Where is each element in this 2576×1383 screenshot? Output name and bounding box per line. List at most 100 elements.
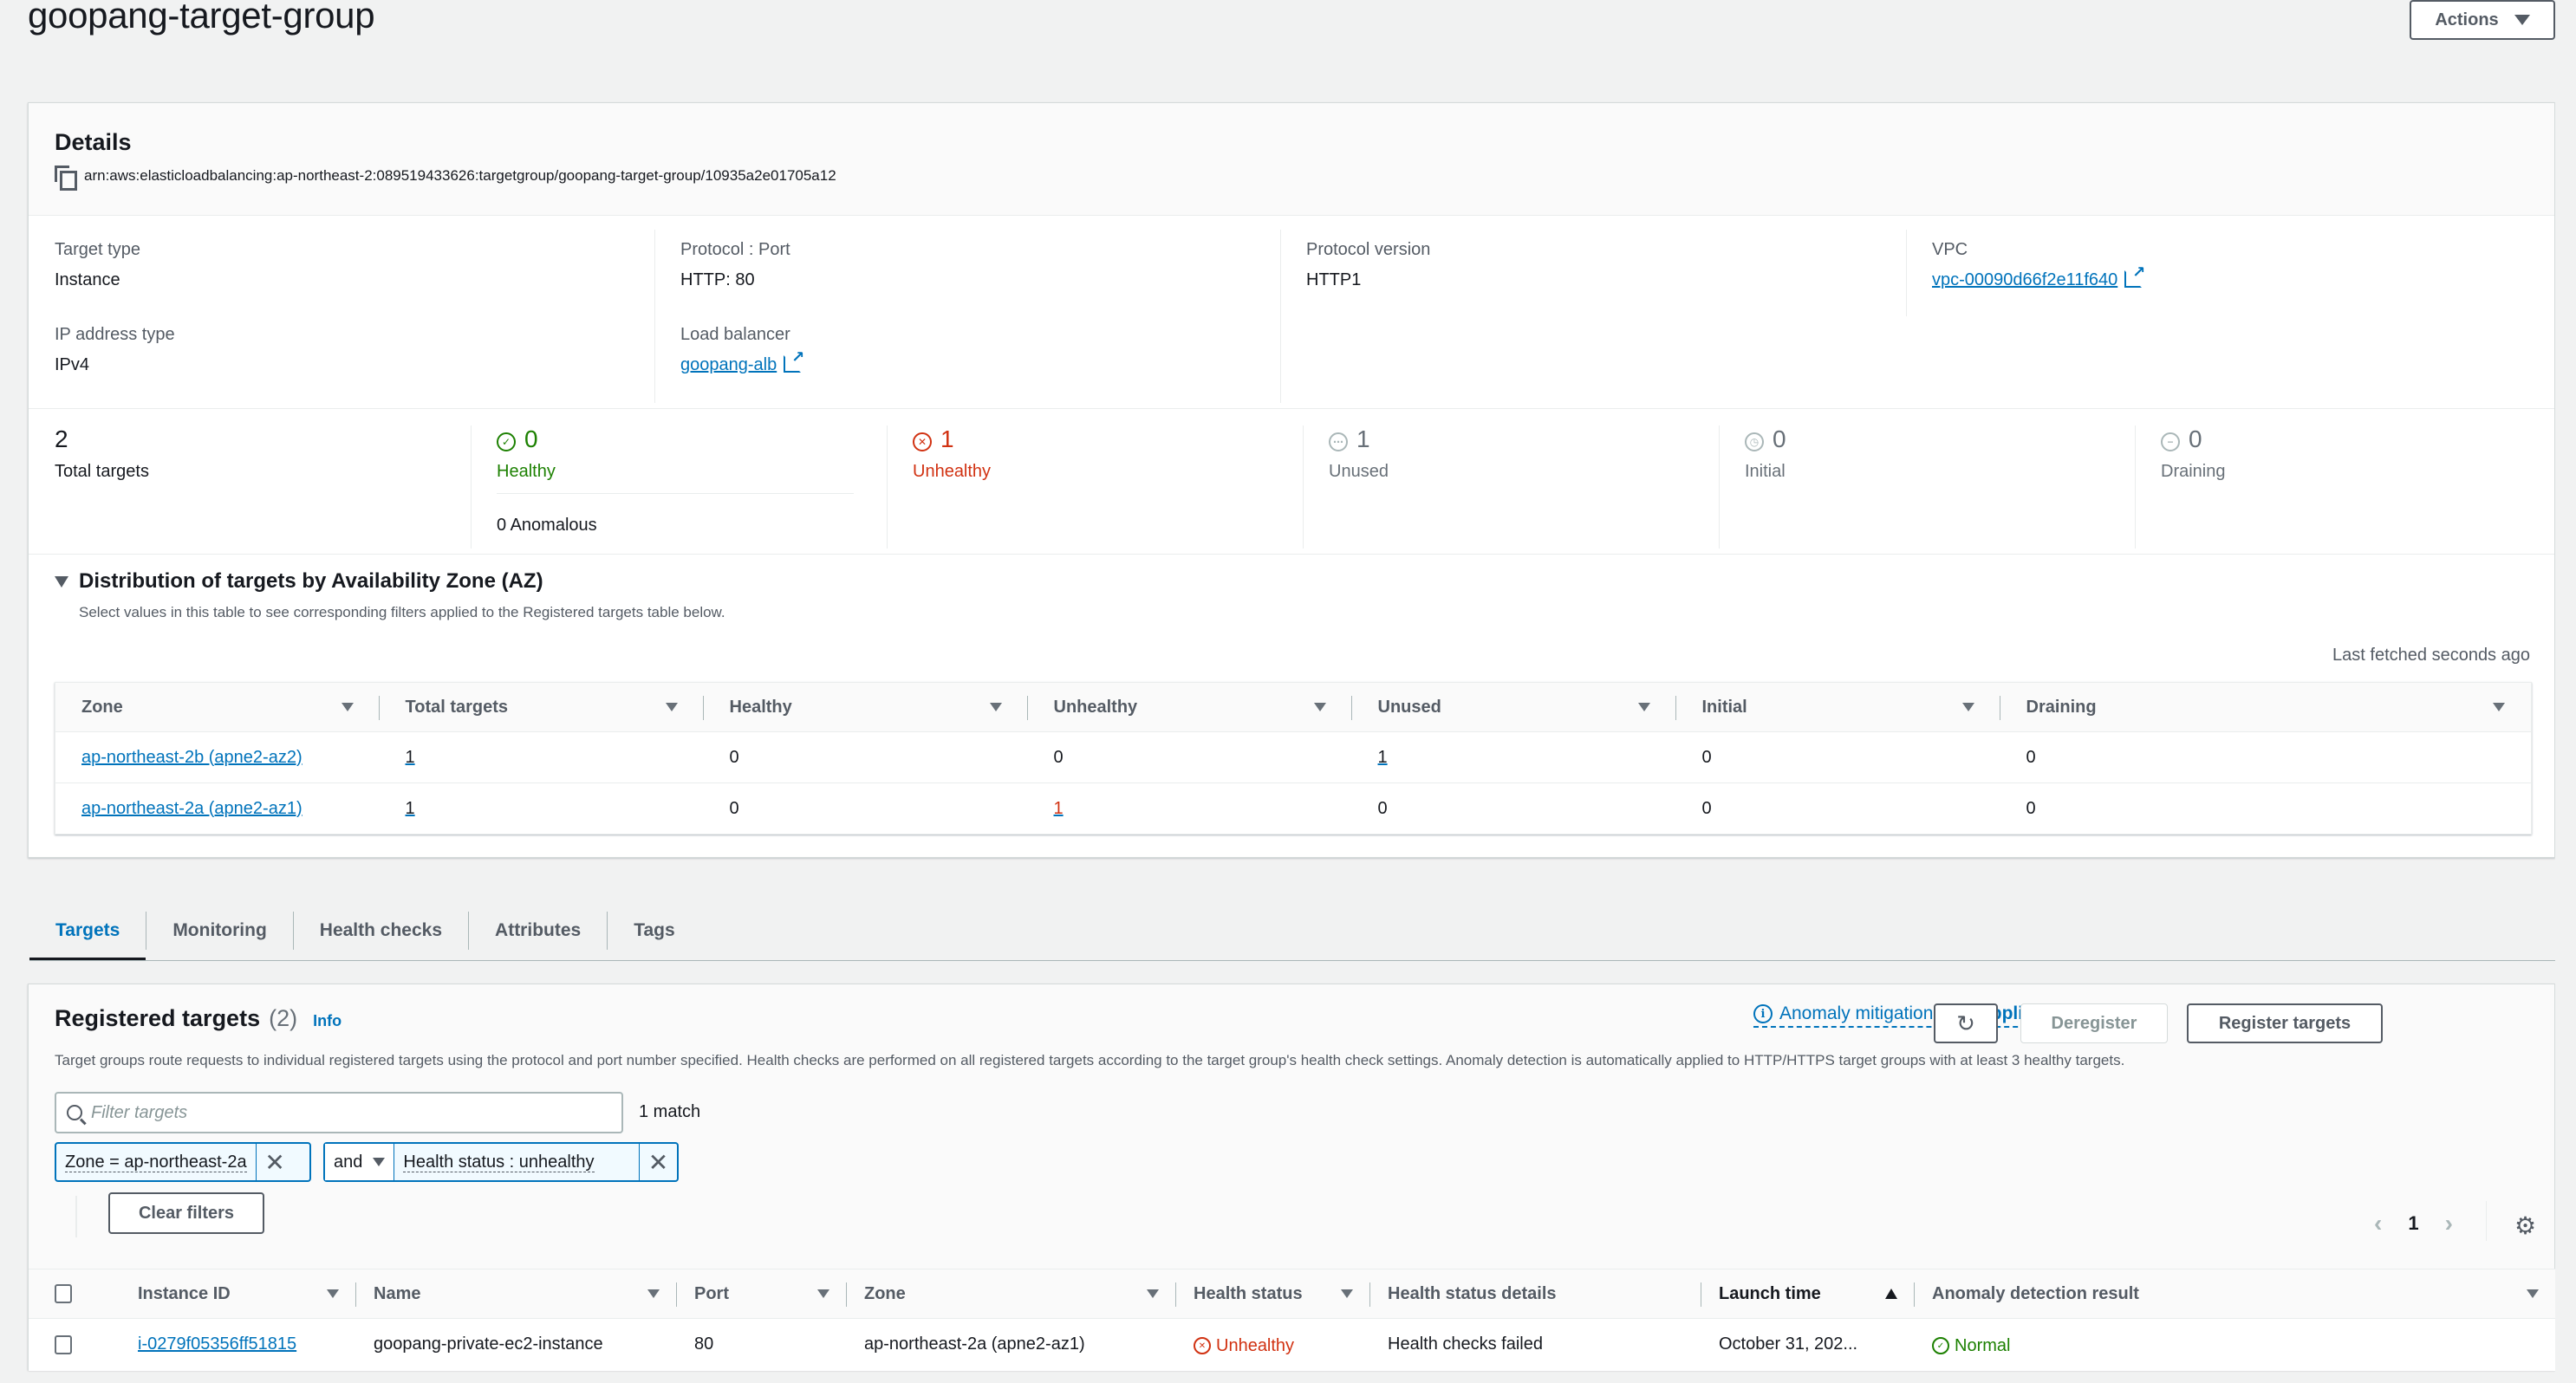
draining-stat[interactable]: −0 Draining xyxy=(2161,425,2225,482)
column-header-health-details[interactable]: Health status details xyxy=(1370,1269,1701,1319)
column-header-name[interactable]: Name xyxy=(356,1269,677,1319)
sort-icon[interactable] xyxy=(665,703,678,711)
sort-icon[interactable] xyxy=(1637,703,1650,711)
refresh-button[interactable]: ↻ xyxy=(1934,1003,1998,1043)
sort-icon[interactable] xyxy=(1961,703,1974,711)
column-header-launch-time[interactable]: Launch time xyxy=(1701,1269,1915,1319)
zone-link[interactable]: ap-northeast-2a (apne2-az1) xyxy=(81,799,302,818)
column-header-healthy[interactable]: Healthy xyxy=(703,682,1028,732)
column-header-unhealthy[interactable]: Unhealthy xyxy=(1027,682,1352,732)
initial-label: Initial xyxy=(1745,462,1786,481)
caret-down-icon xyxy=(373,1158,386,1166)
column-header-port[interactable]: Port xyxy=(677,1269,847,1319)
arn-row: arn:aws:elasticloadbalancing:ap-northeas… xyxy=(55,166,836,191)
column-header-health-status[interactable]: Health status xyxy=(1176,1269,1370,1319)
vpc-field: VPC vpc-00090d66f2e11f640 xyxy=(1932,240,2145,290)
column-header-anomaly-result[interactable]: Anomaly detection result xyxy=(1915,1269,2556,1319)
initial-value: 0 xyxy=(1773,425,1786,452)
sort-icon[interactable] xyxy=(1147,1289,1159,1298)
draining-label: Draining xyxy=(2161,462,2226,481)
external-link-icon xyxy=(2124,263,2145,288)
table-header-row: Instance ID Name Port Zone Health status… xyxy=(29,1269,2556,1319)
divider xyxy=(1280,230,1281,403)
filter-targets-input[interactable]: Filter targets xyxy=(55,1092,623,1133)
column-header-unused[interactable]: Unused xyxy=(1351,682,1676,732)
next-page-icon[interactable]: › xyxy=(2445,1210,2453,1237)
column-header-zone[interactable]: Zone xyxy=(847,1269,1176,1319)
table-header-row: Zone Total targets Healthy Unhealthy Unu… xyxy=(55,682,2532,732)
copy-icon[interactable] xyxy=(55,166,77,191)
sort-ascending-icon[interactable] xyxy=(1885,1289,1897,1299)
registered-targets-panel: Registered targets (2) Info Target group… xyxy=(28,984,2556,1371)
total-count-link[interactable]: 1 xyxy=(406,799,415,818)
target-type-label: Target type xyxy=(55,240,140,259)
table-row: ap-northeast-2b (apne2-az2) 1 0 0 1 0 0 xyxy=(55,731,2532,783)
previous-page-icon[interactable]: ‹ xyxy=(2374,1210,2382,1237)
unhealthy-stat[interactable]: ✕ 1 Unhealthy xyxy=(913,425,991,482)
current-page[interactable]: 1 xyxy=(2408,1212,2418,1235)
filter-operator-select[interactable]: and xyxy=(325,1144,395,1180)
details-heading: Details xyxy=(55,129,132,155)
tab-tags[interactable]: Tags xyxy=(608,901,700,960)
unused-count-link[interactable]: 1 xyxy=(1378,748,1388,767)
column-header-initial[interactable]: Initial xyxy=(1675,682,2000,732)
filter-token-zone-text[interactable]: Zone = ap-northeast-2a xyxy=(65,1152,247,1172)
initial-stat[interactable]: ◷ 0 Initial xyxy=(1745,425,1786,482)
row-checkbox[interactable] xyxy=(55,1334,72,1354)
draining-value: 0 xyxy=(2189,425,2202,452)
check-circle-icon: ✓ xyxy=(497,432,516,451)
column-header-instance-id[interactable]: Instance ID xyxy=(94,1269,356,1319)
remove-filter-icon[interactable]: ✕ xyxy=(255,1144,294,1180)
sort-icon[interactable] xyxy=(327,1289,339,1298)
clear-filters-button[interactable]: Clear filters xyxy=(108,1192,264,1234)
column-header-total[interactable]: Total targets xyxy=(379,682,704,732)
sort-icon[interactable] xyxy=(2527,1289,2539,1298)
tab-attributes[interactable]: Attributes xyxy=(469,901,607,960)
tab-health-checks[interactable]: Health checks xyxy=(294,901,468,960)
zone-link[interactable]: ap-northeast-2b (apne2-az2) xyxy=(81,748,302,767)
draining-cell: 0 xyxy=(2026,798,2036,818)
protocol-port-label: Protocol : Port xyxy=(680,240,790,259)
deregister-button[interactable]: Deregister xyxy=(2020,1003,2168,1043)
port-cell: 80 xyxy=(677,1318,847,1371)
total-targets-stat: 2 Total targets xyxy=(55,425,149,482)
actions-dropdown-button[interactable]: Actions xyxy=(2410,0,2555,40)
arn-text: arn:aws:elasticloadbalancing:ap-northeas… xyxy=(84,167,836,184)
total-count-link[interactable]: 1 xyxy=(406,748,415,767)
tab-monitoring[interactable]: Monitoring xyxy=(146,901,292,960)
load-balancer-link[interactable]: goopang-alb xyxy=(680,355,777,374)
instance-id-link[interactable]: i-0279f05356ff51815 xyxy=(138,1334,296,1354)
divider xyxy=(1906,230,1907,316)
vpc-link[interactable]: vpc-00090d66f2e11f640 xyxy=(1932,270,2117,289)
initial-cell: 0 xyxy=(1675,731,2000,783)
registered-targets-count: (2) xyxy=(269,1005,298,1031)
distribution-toggle[interactable]: Distribution of targets by Availability … xyxy=(55,569,543,594)
gear-icon[interactable]: ⚙ xyxy=(2514,1211,2536,1240)
sort-icon[interactable] xyxy=(647,1289,660,1298)
sort-icon[interactable] xyxy=(341,703,354,711)
sort-icon[interactable] xyxy=(2493,703,2505,711)
select-all-checkbox[interactable] xyxy=(55,1284,72,1303)
sort-icon[interactable] xyxy=(989,703,1002,711)
launch-time: October 31, 202... xyxy=(1701,1318,1915,1371)
unhealthy-count-link[interactable]: 1 xyxy=(1054,799,1064,818)
sort-icon[interactable] xyxy=(1341,1289,1353,1298)
zone-cell: ap-northeast-2a (apne2-az1) xyxy=(847,1318,1176,1371)
divider xyxy=(75,1196,77,1237)
divider xyxy=(1303,425,1304,549)
sort-icon[interactable] xyxy=(1313,703,1326,711)
sort-icon[interactable] xyxy=(817,1289,829,1298)
refresh-icon: ↻ xyxy=(1956,1010,1975,1036)
tab-targets[interactable]: Targets xyxy=(29,901,146,961)
healthy-stat[interactable]: ✓ 0 Healthy xyxy=(497,425,556,482)
filter-token-health-text[interactable]: Health status : unhealthy xyxy=(403,1152,595,1172)
caret-down-icon xyxy=(2514,15,2530,25)
register-targets-button[interactable]: Register targets xyxy=(2187,1003,2383,1043)
column-header-draining[interactable]: Draining xyxy=(2000,682,2532,732)
external-link-icon xyxy=(784,348,804,373)
info-link[interactable]: Info xyxy=(313,1012,342,1030)
unused-stat[interactable]: ⋯ 1 Unused xyxy=(1329,425,1389,482)
column-header-zone[interactable]: Zone xyxy=(55,682,380,732)
remove-filter-icon[interactable]: ✕ xyxy=(639,1144,677,1180)
divider xyxy=(1719,425,1720,549)
